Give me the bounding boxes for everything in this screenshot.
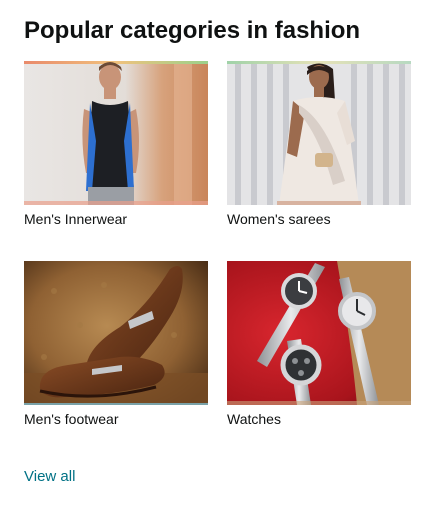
womens-sarees-image[interactable]	[227, 61, 411, 205]
mens-innerwear-label[interactable]: Men's Innerwear	[24, 210, 208, 228]
mens-footwear-label[interactable]: Men's footwear	[24, 410, 208, 428]
watches-image[interactable]	[227, 261, 411, 405]
fashion-categories-card: Popular categories in fashion Men's Inne…	[0, 0, 431, 511]
category-tile-mens-innerwear[interactable]: Men's Innerwear	[24, 61, 208, 228]
view-all-link[interactable]: View all	[24, 467, 75, 487]
category-tile-mens-footwear[interactable]: Men's footwear	[24, 261, 208, 428]
womens-sarees-label[interactable]: Women's sarees	[227, 210, 411, 228]
category-tile-watches[interactable]: Watches	[227, 261, 411, 428]
category-tile-womens-sarees[interactable]: Women's sarees	[227, 61, 411, 228]
mens-innerwear-image[interactable]	[24, 61, 208, 205]
card-title: Popular categories in fashion	[24, 17, 361, 44]
watches-label[interactable]: Watches	[227, 410, 411, 428]
mens-footwear-image[interactable]	[24, 261, 208, 405]
